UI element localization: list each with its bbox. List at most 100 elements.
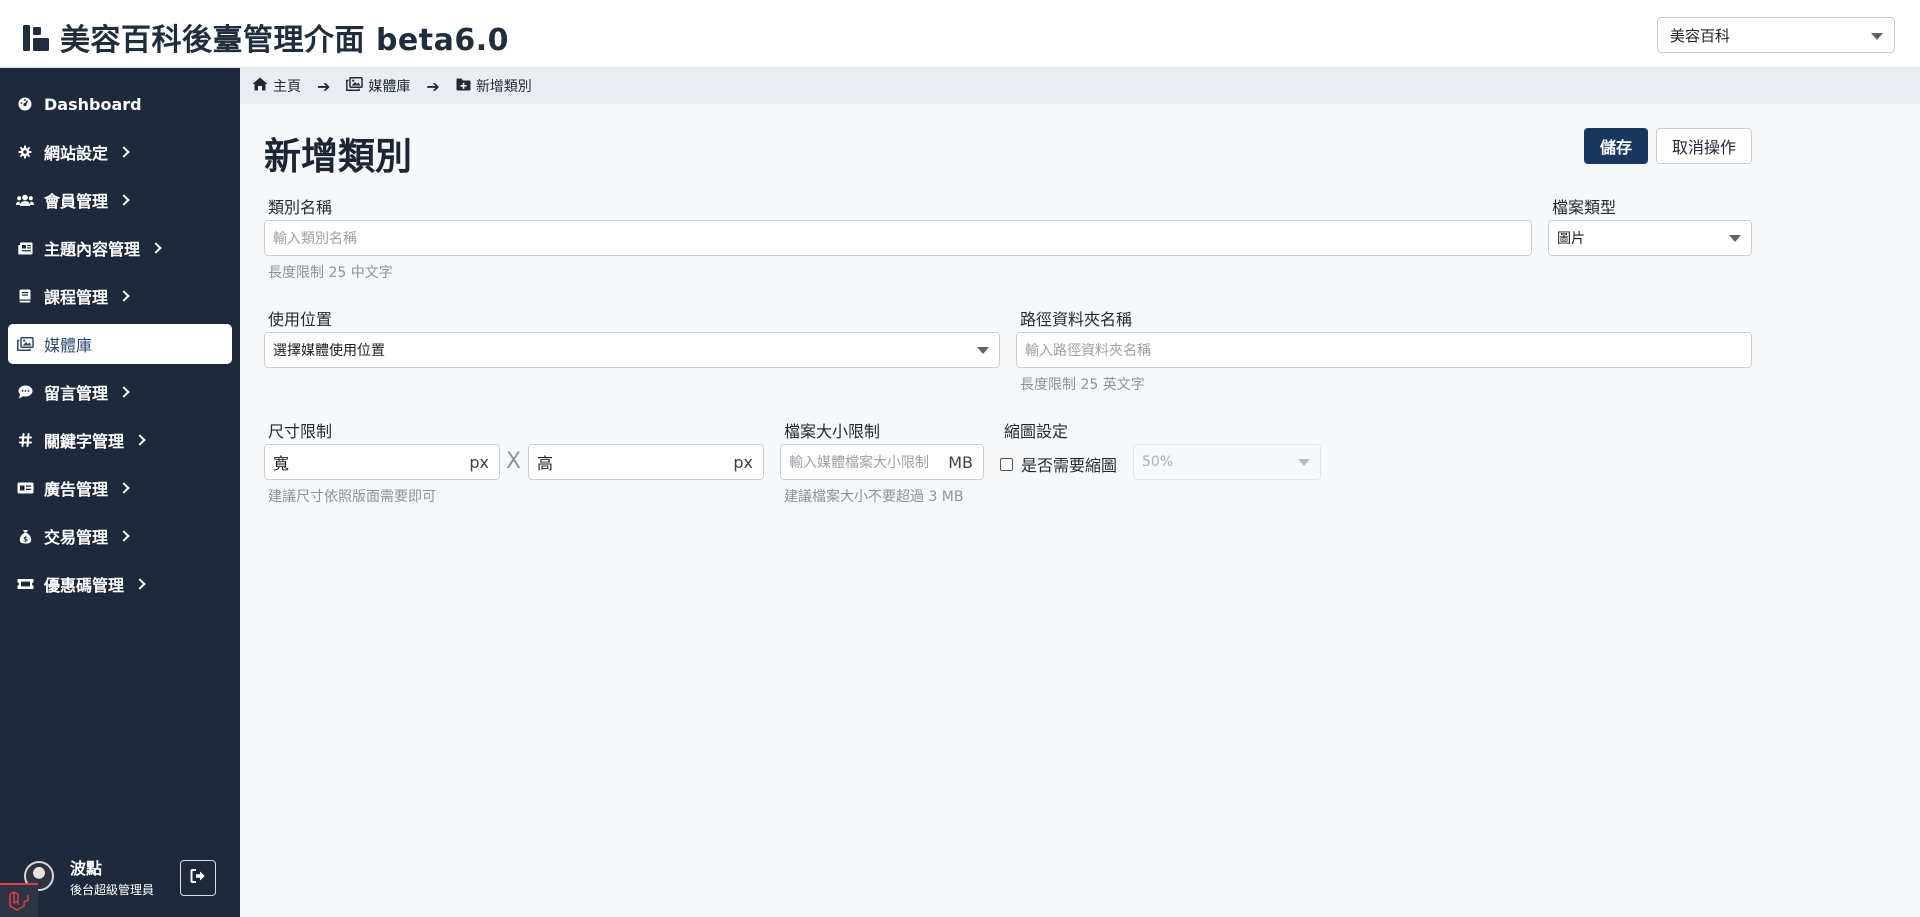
sidebar-item-label: 關鍵字管理 — [44, 432, 125, 451]
checkbox-box[interactable] — [1000, 457, 1013, 471]
chevron-right-icon — [134, 578, 146, 590]
sidebar-item-media-library[interactable]: 媒體庫 — [8, 324, 232, 364]
site-selector-value: 美容百科 — [1670, 26, 1731, 45]
chevron-right-icon — [134, 434, 146, 446]
width-input[interactable]: 寬 px — [264, 444, 500, 480]
caret-down-icon — [977, 347, 989, 354]
user-role: 後台超級管理員 — [70, 883, 155, 897]
folder-name-help: 長度限制 25 英文字 — [1020, 377, 1145, 393]
category-name-placeholder: 輸入類別名稱 — [273, 231, 357, 247]
dashboard-gauge-icon — [16, 96, 34, 112]
breadcrumb-current-label: 新增類別 — [475, 79, 532, 95]
sidebar-item-label: 廣告管理 — [44, 480, 109, 499]
sidebar-item-label: 會員管理 — [44, 192, 109, 211]
book-icon — [16, 288, 34, 304]
images-icon — [346, 76, 364, 95]
gear-icon — [16, 144, 34, 160]
category-name-input[interactable]: 輸入類別名稱 — [264, 220, 1532, 256]
height-input[interactable]: 高 px — [528, 444, 764, 480]
sidebar-item-members[interactable]: 會員管理 — [8, 180, 232, 220]
chevron-right-icon — [118, 194, 130, 206]
file-size-limit-help: 建議檔案大小不要超過 3 MB — [784, 489, 964, 505]
usage-location-select[interactable]: 選擇媒體使用位置 — [264, 332, 1000, 368]
users-icon — [16, 192, 34, 208]
size-limit-label: 尺寸限制 — [268, 422, 333, 441]
file-type-label: 檔案類型 — [1552, 198, 1617, 217]
breadcrumb-media-library[interactable]: 媒體庫 — [346, 76, 410, 96]
current-user: 波點 後台超級管理員 — [0, 839, 240, 917]
laravel-debugbar-icon[interactable] — [0, 883, 38, 917]
folder-plus-icon — [456, 78, 471, 95]
laravel-logo-icon — [22, 21, 52, 53]
thumbnail-checkbox[interactable]: 是否需要縮圖 — [1000, 452, 1117, 476]
sidebar: Dashboard 網站設定 會員管理 主題內容管理 課程管理 媒體庫 留言管理… — [0, 68, 240, 917]
thumbnail-checkbox-label: 是否需要縮圖 — [1021, 456, 1118, 475]
arrow-right-icon: ➔ — [317, 76, 331, 96]
category-name-help: 長度限制 25 中文字 — [268, 265, 393, 281]
logout-button[interactable] — [180, 860, 216, 896]
caret-down-icon — [1871, 33, 1883, 40]
times-separator: X — [506, 449, 522, 474]
sign-out-icon — [190, 868, 206, 888]
app-title: 美容百科後臺管理介面 beta6.0 — [60, 23, 509, 58]
sidebar-item-transactions[interactable]: $ 交易管理 — [8, 516, 232, 556]
usage-location-label: 使用位置 — [268, 310, 333, 329]
breadcrumb-home-label: 主頁 — [273, 79, 301, 95]
svg-text:$: $ — [23, 535, 28, 543]
main-content: 新增類別 儲存 取消操作 類別名稱 輸入類別名稱 長度限制 25 中文字 檔案類… — [240, 104, 1920, 917]
width-unit: px — [469, 453, 489, 472]
breadcrumb-media-label: 媒體庫 — [368, 79, 411, 95]
user-name: 波點 — [70, 859, 103, 878]
thumbnail-ratio-value: 50% — [1142, 454, 1174, 470]
home-icon — [252, 77, 268, 95]
folder-name-placeholder: 輸入路徑資料夾名稱 — [1025, 343, 1151, 359]
file-type-value: 圖片 — [1557, 231, 1585, 247]
ticket-icon — [16, 576, 34, 592]
sidebar-item-comments[interactable]: 留言管理 — [8, 372, 232, 412]
cancel-button[interactable]: 取消操作 — [1656, 128, 1752, 164]
sidebar-item-coupons[interactable]: 優惠碼管理 — [8, 564, 232, 604]
file-size-limit-placeholder: 輸入媒體檔案大小限制 — [789, 455, 929, 471]
file-type-select[interactable]: 圖片 — [1548, 220, 1752, 256]
caret-down-icon — [1729, 235, 1741, 242]
sidebar-item-label: 交易管理 — [44, 528, 109, 547]
breadcrumb-home[interactable]: 主頁 — [252, 76, 301, 96]
breadcrumb: 主頁 ➔ 媒體庫 ➔ 新增類別 — [240, 68, 1920, 104]
thumbnail-label: 縮圖設定 — [1004, 422, 1069, 441]
site-selector[interactable]: 美容百科 — [1657, 17, 1895, 53]
height-value: 高 — [537, 454, 554, 473]
sidebar-item-ads[interactable]: 廣告管理 — [8, 468, 232, 508]
chevron-right-icon — [118, 146, 130, 158]
sidebar-item-label: Dashboard — [44, 94, 142, 114]
hashtag-icon — [16, 432, 34, 448]
ad-icon — [16, 480, 34, 496]
folder-name-input[interactable]: 輸入路徑資料夾名稱 — [1016, 332, 1752, 368]
folder-name-label: 路徑資料夾名稱 — [1020, 310, 1133, 329]
images-icon — [16, 336, 34, 352]
sidebar-item-label: 網站設定 — [44, 144, 109, 163]
arrow-right-icon: ➔ — [426, 76, 440, 96]
sidebar-item-dashboard[interactable]: Dashboard — [8, 84, 232, 124]
sidebar-item-site-settings[interactable]: 網站設定 — [8, 132, 232, 172]
usage-location-value: 選擇媒體使用位置 — [273, 343, 385, 359]
save-button[interactable]: 儲存 — [1584, 128, 1648, 164]
breadcrumb-current: 新增類別 — [456, 76, 532, 96]
thumbnail-ratio-select[interactable]: 50% — [1133, 444, 1321, 480]
sidebar-nav: Dashboard 網站設定 會員管理 主題內容管理 課程管理 媒體庫 留言管理… — [0, 68, 240, 604]
sidebar-item-label: 媒體庫 — [44, 336, 93, 355]
sidebar-item-label: 優惠碼管理 — [44, 576, 125, 595]
caret-down-icon — [1298, 459, 1310, 466]
sidebar-item-courses[interactable]: 課程管理 — [8, 276, 232, 316]
chevron-right-icon — [150, 242, 162, 254]
top-bar: 美容百科後臺管理介面 beta6.0 美容百科 — [0, 0, 1920, 68]
sidebar-item-keywords[interactable]: 關鍵字管理 — [8, 420, 232, 460]
size-limit-help: 建議尺寸依照版面需要即可 — [268, 489, 436, 505]
category-name-label: 類別名稱 — [268, 198, 333, 217]
sidebar-item-topic-content[interactable]: 主題內容管理 — [8, 228, 232, 268]
file-size-unit: MB — [948, 453, 973, 472]
chevron-right-icon — [118, 482, 130, 494]
sidebar-item-label: 課程管理 — [44, 288, 109, 307]
file-size-limit-input[interactable]: 輸入媒體檔案大小限制 MB — [780, 444, 984, 480]
chevron-right-icon — [118, 386, 130, 398]
brand: 美容百科後臺管理介面 beta6.0 — [22, 15, 509, 59]
